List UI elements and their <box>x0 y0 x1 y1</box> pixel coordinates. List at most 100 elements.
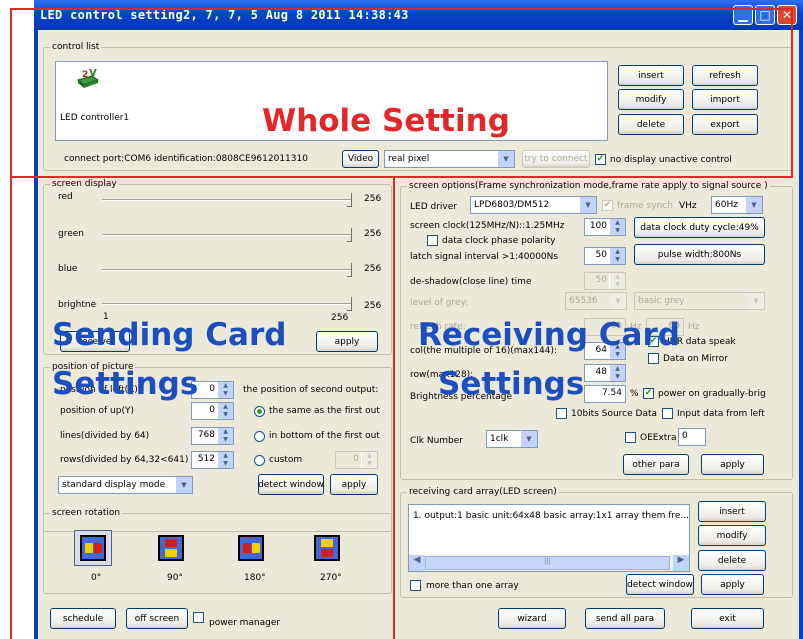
annotation-divider <box>10 176 793 178</box>
data-mirror-checkbox[interactable] <box>648 353 659 364</box>
clk-number-label: Clk Number <box>410 436 464 446</box>
custom-spinner[interactable]: 0 ▲ ▼ <box>335 451 378 469</box>
display-mode-select[interactable]: standard display mode ▼ <box>58 476 193 494</box>
array-modify-button[interactable]: modify <box>698 525 766 546</box>
schedule-button[interactable]: schedule <box>50 608 116 629</box>
sending-settings-overlay: Settings <box>52 366 199 402</box>
grey-mode-select[interactable]: basic grey ▼ <box>634 292 765 310</box>
spin-arrows-icon: ▲ ▼ <box>609 365 625 381</box>
insert-controller-button[interactable]: insert <box>618 65 684 86</box>
clock-spinner[interactable]: 100 ▲ ▼ <box>584 218 626 236</box>
duty-cycle-button[interactable]: data clock duty cycle:49% <box>634 217 765 238</box>
same-first-radio[interactable] <box>254 406 265 417</box>
power-manager-checkbox[interactable] <box>193 612 204 623</box>
tenbit-checkbox[interactable] <box>556 408 567 419</box>
control-list-label: control list <box>50 42 102 52</box>
exit-button[interactable]: exit <box>691 608 764 629</box>
array-delete-button[interactable]: delete <box>698 550 766 571</box>
phase-polarity-label: data clock phase polarity <box>442 236 556 246</box>
row-spinner[interactable]: 48 ▲ ▼ <box>584 364 626 382</box>
led-controller-icon: 2 V <box>76 68 100 90</box>
input-left-checkbox[interactable] <box>662 408 673 419</box>
device-name[interactable]: LED controller1 <box>60 113 129 123</box>
spin-arrows-icon: ▲ ▼ <box>609 219 625 235</box>
vhz-label: VHz <box>679 201 697 211</box>
delete-controller-button[interactable]: delete <box>618 114 684 135</box>
no-display-checkbox[interactable]: ✔ <box>595 154 606 165</box>
monitor-180-icon <box>238 535 264 561</box>
array-item[interactable]: 1. output:1 basic unit:64x48 basic array… <box>413 511 689 521</box>
array-detect-button[interactable]: detect window <box>626 574 694 595</box>
oeextra-checkbox[interactable] <box>625 432 636 443</box>
second-output-label: the position of second output: <box>243 385 379 395</box>
rows-spinner[interactable]: 512 ▲ ▼ <box>191 451 234 469</box>
lines-spinner[interactable]: 768 ▲ ▼ <box>191 427 234 445</box>
rotate-0-button[interactable] <box>74 530 112 566</box>
position-apply-button[interactable]: apply <box>330 474 378 495</box>
wizard-button[interactable]: wizard <box>498 608 566 629</box>
horizontal-scrollbar[interactable]: ◀ ||| ▶ <box>409 555 689 571</box>
green-slider[interactable] <box>102 228 352 242</box>
receiving-array-list[interactable]: 1. output:1 basic unit:64x48 basic array… <box>408 504 690 572</box>
import-button[interactable]: import <box>692 89 758 110</box>
brightness-label: brightne <box>58 300 97 310</box>
brightness-slider[interactable] <box>102 297 352 311</box>
latch-spinner[interactable]: 50 ▲ ▼ <box>584 247 626 265</box>
chevron-down-icon: ▼ <box>176 477 192 493</box>
clk-number-select[interactable]: 1clk ▼ <box>486 430 538 448</box>
off-screen-button[interactable]: off screen <box>126 608 188 629</box>
rows-label: rows(divided by 64,32<641) <box>60 455 189 465</box>
export-button[interactable]: export <box>692 114 758 135</box>
frame-synch-checkbox[interactable]: ✔ <box>602 200 613 211</box>
spin-arrows-icon: ▲ ▼ <box>217 403 233 419</box>
pixel-mode-select[interactable]: real pixel ▼ <box>384 150 515 168</box>
receiving-card-overlay: Receiving Card <box>418 317 680 353</box>
chevron-down-icon: ▼ <box>580 197 596 213</box>
scroll-right-icon[interactable]: ▶ <box>673 555 689 571</box>
vhz-select[interactable]: 60Hz ▼ <box>711 196 763 214</box>
display-apply-button[interactable]: apply <box>316 331 378 352</box>
send-all-para-button[interactable]: send all para <box>585 608 665 629</box>
rotate-180-button[interactable] <box>232 530 270 566</box>
spin-arrows-icon: ▲ ▼ <box>217 382 233 398</box>
phase-polarity-checkbox[interactable] <box>427 235 438 246</box>
scroll-left-icon[interactable]: ◀ <box>409 555 425 571</box>
other-para-button[interactable]: other para <box>623 454 689 475</box>
power-on-checkbox[interactable]: ✔ <box>643 388 654 399</box>
rotate-90-button[interactable] <box>152 530 190 566</box>
custom-radio[interactable] <box>254 455 265 466</box>
pulse-width-button[interactable]: pulse width:800Ns <box>634 244 765 265</box>
brightness-pct-input[interactable]: 7.54 <box>584 385 626 403</box>
refresh-button[interactable]: refresh <box>692 65 758 86</box>
led-driver-select[interactable]: LPD6803/DM512 ▼ <box>470 196 597 214</box>
scroll-thumb[interactable]: ||| <box>425 556 670 570</box>
angle-270-label: 270° <box>320 573 342 583</box>
grey-level-select[interactable]: 65536 ▼ <box>565 292 627 310</box>
array-apply-button[interactable]: apply <box>701 574 764 595</box>
chevron-down-icon: ▼ <box>746 197 762 213</box>
window-title: LED control setting2, 7, 7, 5 Aug 8 2011… <box>40 8 409 22</box>
chevron-down-icon: ▼ <box>748 293 764 309</box>
annotation-frame-right <box>791 8 793 178</box>
modify-controller-button[interactable]: modify <box>618 89 684 110</box>
array-insert-button[interactable]: insert <box>698 501 766 522</box>
deshadow-spinner[interactable]: 50 ▲ ▼ <box>584 272 626 290</box>
video-button[interactable]: Video <box>342 150 379 168</box>
more-array-checkbox[interactable] <box>410 580 421 591</box>
rotate-270-button[interactable] <box>308 530 346 566</box>
spin-arrows-icon: ▲ ▼ <box>361 452 377 468</box>
power-manager-label: power manager <box>209 618 281 628</box>
blue-slider[interactable] <box>102 263 352 277</box>
annotation-frame-top <box>10 8 793 10</box>
more-array-label: more than one array <box>426 581 519 591</box>
red-slider[interactable] <box>102 193 352 207</box>
y-spinner[interactable]: 0 ▲ ▼ <box>191 402 234 420</box>
detect-window-button[interactable]: detect window <box>258 474 324 495</box>
oeextra-label: OEExtra <box>640 433 677 443</box>
oeextra-input[interactable]: 0 <box>678 428 706 446</box>
try-connect-button[interactable]: try to connect <box>522 150 590 168</box>
angle-90-label: 90° <box>167 573 183 583</box>
options-apply-button[interactable]: apply <box>701 454 764 475</box>
bottom-first-radio[interactable] <box>254 431 265 442</box>
svg-text:V: V <box>89 68 97 79</box>
